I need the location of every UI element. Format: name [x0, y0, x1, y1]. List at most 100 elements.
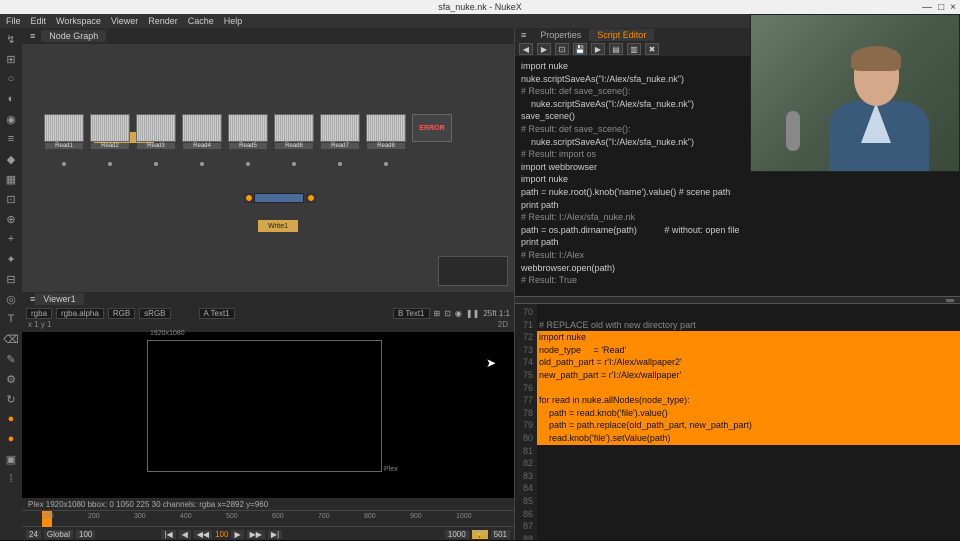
tool-8[interactable]: ⊡	[4, 192, 18, 206]
code-line[interactable]	[537, 382, 960, 395]
menu-file[interactable]: File	[6, 16, 21, 26]
code-line[interactable]: for read in nuke.allNodes(node_type):	[537, 394, 960, 407]
menu-cache[interactable]: Cache	[188, 16, 214, 26]
tool-1[interactable]: ⊞	[4, 52, 18, 66]
menu-help[interactable]: Help	[224, 16, 243, 26]
read-node-2[interactable]: Read2	[90, 114, 130, 142]
read-node-3[interactable]: Read3	[136, 114, 176, 142]
mini-navigator[interactable]	[438, 256, 508, 286]
pause-icon[interactable]: ❚❚	[466, 309, 479, 318]
error-node[interactable]: ERROR	[412, 114, 452, 142]
viewer-canvas[interactable]: 1920x1080 Plex ➤	[22, 332, 514, 498]
node-graph[interactable]: Backdrop Write1 Read1Read2Read3Read4Read…	[22, 44, 514, 292]
read-node-5[interactable]: Read5	[228, 114, 268, 142]
code-line[interactable]	[537, 508, 960, 521]
menu-render[interactable]: Render	[148, 16, 178, 26]
srgb-select[interactable]: sRGB	[139, 308, 170, 319]
input-a[interactable]: A Text1	[199, 308, 235, 319]
scope-select[interactable]: Global	[44, 530, 73, 539]
tool-12[interactable]: ⊟	[4, 272, 18, 286]
tool-4[interactable]: ◉	[4, 112, 18, 126]
viewer-icon[interactable]: ◉	[455, 309, 462, 318]
close-button[interactable]: ×	[950, 2, 956, 13]
maximize-button[interactable]: □	[938, 2, 944, 13]
step-back-icon[interactable]: ◀	[179, 530, 191, 539]
end-frame[interactable]: 1000	[445, 530, 469, 539]
run-icon[interactable]: ▶	[591, 43, 605, 55]
tool-9[interactable]: ⊕	[4, 212, 18, 226]
step-fwd-icon[interactable]: ▶▶	[247, 530, 265, 539]
viewer-icon[interactable]: ⊞	[434, 309, 441, 318]
menu-icon[interactable]: ≡	[30, 31, 35, 41]
tool-0[interactable]: ↯	[4, 32, 18, 46]
code-line[interactable]	[537, 306, 960, 319]
code-line[interactable]: path = read.knob('file').value()	[537, 407, 960, 420]
fps-field[interactable]: 24	[26, 530, 41, 539]
tool-2[interactable]: ○	[4, 72, 18, 86]
tool-22[interactable]: ⁞	[4, 472, 18, 486]
tool-13[interactable]: ◎	[4, 292, 18, 306]
tool-16[interactable]: ✎	[4, 352, 18, 366]
code-line[interactable]: read.knob('file').setValue(path)	[537, 432, 960, 445]
read-node-4[interactable]: Read4	[182, 114, 222, 142]
code-line[interactable]: old_path_part = r'I:/Alex/wallpaper2'	[537, 356, 960, 369]
alpha-select[interactable]: rgba.alpha	[56, 308, 104, 319]
channel-select[interactable]: rgba	[26, 308, 52, 319]
script-editor-tab[interactable]: Script Editor	[589, 29, 654, 41]
split-icon[interactable]: ▤	[609, 43, 623, 55]
read-node-8[interactable]: Read8	[366, 114, 406, 142]
code-line[interactable]	[537, 457, 960, 470]
next-icon[interactable]: ▶	[537, 43, 551, 55]
tool-20[interactable]: ●	[4, 432, 18, 446]
code-line[interactable]: # REPLACE old with new directory part	[537, 319, 960, 332]
tool-15[interactable]: ⌫	[4, 332, 18, 346]
menu-viewer[interactable]: Viewer	[111, 16, 138, 26]
properties-tab[interactable]: Properties	[532, 29, 589, 41]
read-node-6[interactable]: Read6	[274, 114, 314, 142]
viewer-icon[interactable]: ⊡	[444, 309, 451, 318]
tool-17[interactable]: ⚙	[4, 372, 18, 386]
tool-6[interactable]: ◆	[4, 152, 18, 166]
tool-14[interactable]: T	[4, 312, 18, 326]
tool-19[interactable]: ●	[4, 412, 18, 426]
clear-icon[interactable]: ✖	[645, 43, 659, 55]
code-line[interactable]	[537, 520, 960, 533]
code-line[interactable]: new_path_part = r'I:/Alex/wallpaper'	[537, 369, 960, 382]
code-line[interactable]	[537, 482, 960, 495]
lock-icon[interactable]: 🔒	[472, 530, 488, 539]
start-frame[interactable]: 100	[76, 530, 95, 539]
menu-workspace[interactable]: Workspace	[56, 16, 101, 26]
code-line[interactable]: node_type = 'Read'	[537, 344, 960, 357]
viewer-tab[interactable]: Viewer1	[35, 293, 83, 305]
current-frame[interactable]: 100	[215, 530, 228, 539]
play-icon[interactable]: ▶	[231, 530, 243, 539]
tool-18[interactable]: ↻	[4, 392, 18, 406]
skip-end-icon[interactable]: ▶|	[268, 530, 282, 539]
script-editor[interactable]: 7071727374757677787980818283848586878889…	[515, 304, 960, 540]
splitter[interactable]	[515, 296, 960, 304]
minimize-button[interactable]: —	[922, 2, 932, 13]
play-back-icon[interactable]: ◀◀	[194, 530, 212, 539]
code-line[interactable]	[537, 495, 960, 508]
save-icon[interactable]: 💾	[573, 43, 587, 55]
code-line[interactable]	[537, 445, 960, 458]
end-frame-2[interactable]: 501	[491, 530, 510, 539]
skip-start-icon[interactable]: |◀	[161, 530, 175, 539]
timeline-ruler[interactable]: 1002003004005006007008009001000	[22, 511, 514, 527]
mode-2d[interactable]: 2D	[498, 320, 508, 332]
code-line[interactable]: path = path.replace(old_path_part, new_p…	[537, 419, 960, 432]
menu-icon[interactable]: ≡	[515, 30, 532, 40]
menu-edit[interactable]: Edit	[31, 16, 47, 26]
merge-node[interactable]	[254, 193, 304, 203]
write-node[interactable]: Write1	[258, 220, 298, 232]
code-line[interactable]	[537, 470, 960, 483]
colorspace-select[interactable]: RGB	[108, 308, 135, 319]
viewer-zoom[interactable]: 25ft 1:1	[483, 309, 510, 318]
node-graph-tab[interactable]: Node Graph	[41, 30, 106, 42]
tool-3[interactable]: ◐	[4, 92, 18, 106]
tool-11[interactable]: ✦	[4, 252, 18, 266]
code-area[interactable]: # REPLACE old with new directory partimp…	[537, 304, 960, 540]
input-b[interactable]: B Text1	[393, 308, 430, 319]
code-line[interactable]	[537, 533, 960, 540]
prev-icon[interactable]: ◀	[519, 43, 533, 55]
